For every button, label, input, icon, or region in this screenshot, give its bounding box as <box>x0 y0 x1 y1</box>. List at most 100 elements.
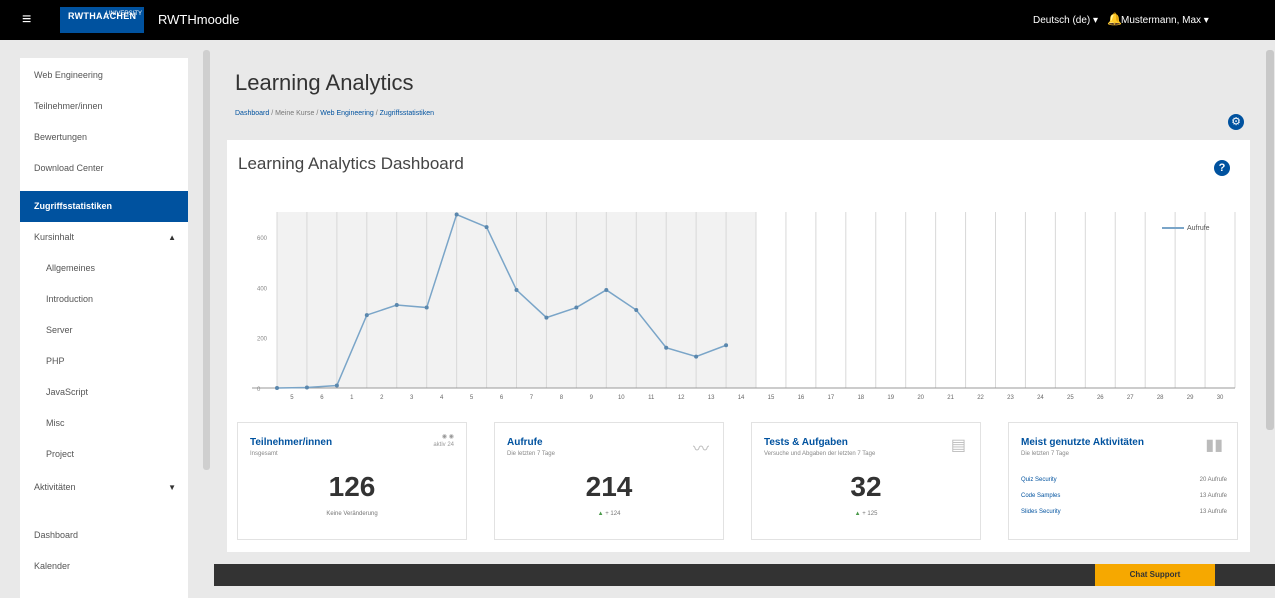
sidebar-item-server[interactable]: Server <box>20 315 188 346</box>
chart-point <box>334 383 339 388</box>
breadcrumb-course[interactable]: Web Engineering <box>320 110 374 117</box>
tile-participants[interactable]: Teilnehmer/innen Insgesamt ◉ ◉ aktiv 24 1… <box>237 422 467 540</box>
tile-tests[interactable]: Tests & Aufgaben Versuche und Abgaben de… <box>751 422 981 540</box>
site-name[interactable]: RWTHmoodle <box>158 12 239 27</box>
sidebar-item-label: Kursinhalt <box>34 232 75 242</box>
activity-row[interactable]: Quiz Security 20 Aufrufe <box>1021 477 1227 483</box>
chart-point <box>574 305 579 310</box>
dashboard-title: Learning Analytics Dashboard <box>238 154 464 173</box>
legend-label: Aufrufe <box>1187 225 1210 232</box>
chart-x-tick-label: 24 <box>1037 395 1044 401</box>
bell-icon[interactable]: 🔔 <box>1107 12 1122 26</box>
chart-x-tick-label: 27 <box>1127 395 1134 401</box>
activity-name[interactable]: Quiz Security <box>1021 477 1057 483</box>
chart-point <box>275 386 279 390</box>
chart-point <box>544 315 549 320</box>
breadcrumb: Dashboard / Meine Kurse / Web Engineerin… <box>235 110 434 117</box>
sidebar-item-project[interactable]: Project <box>20 439 188 470</box>
sidebar-item-misc[interactable]: Misc <box>20 408 188 439</box>
activity-name[interactable]: Slides Security <box>1021 509 1061 515</box>
university-logo[interactable]: RWTHAACHEN UNIVERSITY <box>60 7 144 33</box>
chart-x-tick-label: 17 <box>828 395 835 401</box>
chart-x-tick-label: 5 <box>290 395 294 401</box>
sidebar-item-php[interactable]: PHP <box>20 346 188 377</box>
sidebar-item-label: PHP <box>46 356 65 366</box>
chart-x-tick-label: 26 <box>1097 395 1104 401</box>
sidebar-item-activities[interactable]: Aktivitäten ▼ <box>20 472 188 503</box>
tile-title: Meist genutzte Aktivitäten <box>1021 437 1144 448</box>
chart-x-tick-label: 2 <box>380 395 384 401</box>
chart-x-tick-label: 3 <box>410 395 414 401</box>
sidebar-item-access-stats[interactable]: Zugriffsstatistiken <box>20 191 188 222</box>
caret-down-icon: ▼ <box>168 483 176 492</box>
chart-x-tick-label: 29 <box>1187 395 1194 401</box>
gear-icon[interactable]: ⚙ <box>1228 114 1244 130</box>
chart-y-tick-label: 400 <box>257 286 268 292</box>
chart-x-tick-label: 6 <box>500 395 504 401</box>
sidebar-scrollbar[interactable] <box>203 50 210 470</box>
chart-x-tick-label: 16 <box>798 395 805 401</box>
chart-x-tick-label: 23 <box>1007 395 1014 401</box>
page-scrollbar[interactable] <box>1266 50 1274 430</box>
logo-subtext: UNIVERSITY <box>106 11 143 17</box>
bar-chart-icon: ▮▮ <box>1205 437 1223 454</box>
sidebar-item-label: Download Center <box>34 163 104 173</box>
chart-point <box>694 354 699 359</box>
views-line-chart: 02004006005 6 1 2 3 4 5 6 7 8 9 10 11 12 13 14 15 16 17 18 1… <box>252 212 1236 401</box>
chart-point <box>394 303 399 308</box>
chart-x-tick-label: 25 <box>1067 395 1074 401</box>
tile-footer: ▲ + 124 <box>495 511 723 517</box>
tile-views[interactable]: Aufrufe Die letzten 7 Tage 〰 214 ▲ + 124 <box>494 422 724 540</box>
sidebar-item-label: Project <box>46 449 75 459</box>
sidebar-item-grades[interactable]: Bewertungen <box>20 122 188 153</box>
sidebar-item-label: Zugriffsstatistiken <box>34 201 113 211</box>
sidebar-item-participants[interactable]: Teilnehmer/innen <box>20 91 188 122</box>
breadcrumb-my-courses: Meine Kurse <box>275 110 315 117</box>
tile-top-activities[interactable]: Meist genutzte Aktivitäten Die letzten 7… <box>1008 422 1238 540</box>
chart-x-tick-label: 12 <box>678 395 685 401</box>
activity-count: 20 Aufrufe <box>1199 477 1227 483</box>
chart-x-tick-label: 21 <box>947 395 954 401</box>
chart-x-tick-label: 13 <box>708 395 715 401</box>
sidebar-item-label: Aktivitäten <box>34 482 76 492</box>
chart-legend[interactable]: Aufrufe <box>1162 225 1210 232</box>
sidebar-item-label: Allgemeines <box>46 263 96 273</box>
sidebar-item-course[interactable]: Web Engineering <box>20 60 188 91</box>
tile-title: Aufrufe <box>507 437 543 448</box>
tile-footer: Keine Veränderung <box>326 511 378 517</box>
sidebar-item-label: Kalender <box>34 561 71 571</box>
menu-icon[interactable]: ≡ <box>22 12 38 28</box>
user-menu[interactable]: Mustermann, Max ▾ <box>1121 15 1209 26</box>
top-navbar: ≡ RWTHAACHEN UNIVERSITY RWTHmoodle Deuts… <box>0 0 1275 40</box>
sidebar-item-dashboard[interactable]: Dashboard <box>20 520 188 551</box>
sidebar-item-introduction[interactable]: Introduction <box>20 284 188 315</box>
sidebar-item-course-content[interactable]: Kursinhalt ▲ <box>20 222 188 253</box>
activity-name[interactable]: Code Samples <box>1021 493 1060 499</box>
chart-x-tick-label: 4 <box>440 395 444 401</box>
sidebar-site-nav: Dashboard Kalender <box>20 518 188 598</box>
sidebar-item-javascript[interactable]: JavaScript <box>20 377 188 408</box>
chart-point <box>604 287 609 292</box>
chart-y-tick-label: 600 <box>257 236 268 242</box>
activity-row[interactable]: Code Samples 13 Aufrufe <box>1021 493 1227 499</box>
activity-row[interactable]: Slides Security 13 Aufrufe <box>1021 509 1227 515</box>
chart-x-tick-label: 1 <box>350 395 354 401</box>
chart-x-tick-label: 11 <box>648 395 655 401</box>
tile-subtitle: Die letzten 7 Tage <box>1021 451 1069 457</box>
tile-value: 32 <box>850 471 882 502</box>
breadcrumb-access-stats[interactable]: Zugriffsstatistiken <box>380 110 434 117</box>
help-icon[interactable]: ? <box>1214 160 1230 176</box>
tile-value: 214 <box>585 471 633 502</box>
tile-subtitle: Insgesamt <box>250 451 278 457</box>
chart-point <box>724 343 729 348</box>
sidebar-item-general[interactable]: Allgemeines <box>20 253 188 284</box>
sidebar-item-calendar[interactable]: Kalender <box>20 551 188 582</box>
sidebar-item-download-center[interactable]: Download Center <box>20 153 188 184</box>
sidebar-item-label: JavaScript <box>46 387 89 397</box>
language-selector[interactable]: Deutsch (de) ▾ <box>1033 15 1098 26</box>
chat-support-button[interactable]: Chat Support <box>1095 564 1215 586</box>
activity-count: 13 Aufrufe <box>1199 493 1227 499</box>
breadcrumb-dashboard[interactable]: Dashboard <box>235 110 269 117</box>
chart-x-tick-label: 10 <box>618 395 625 401</box>
tile-footer-text: + 124 <box>605 511 621 517</box>
